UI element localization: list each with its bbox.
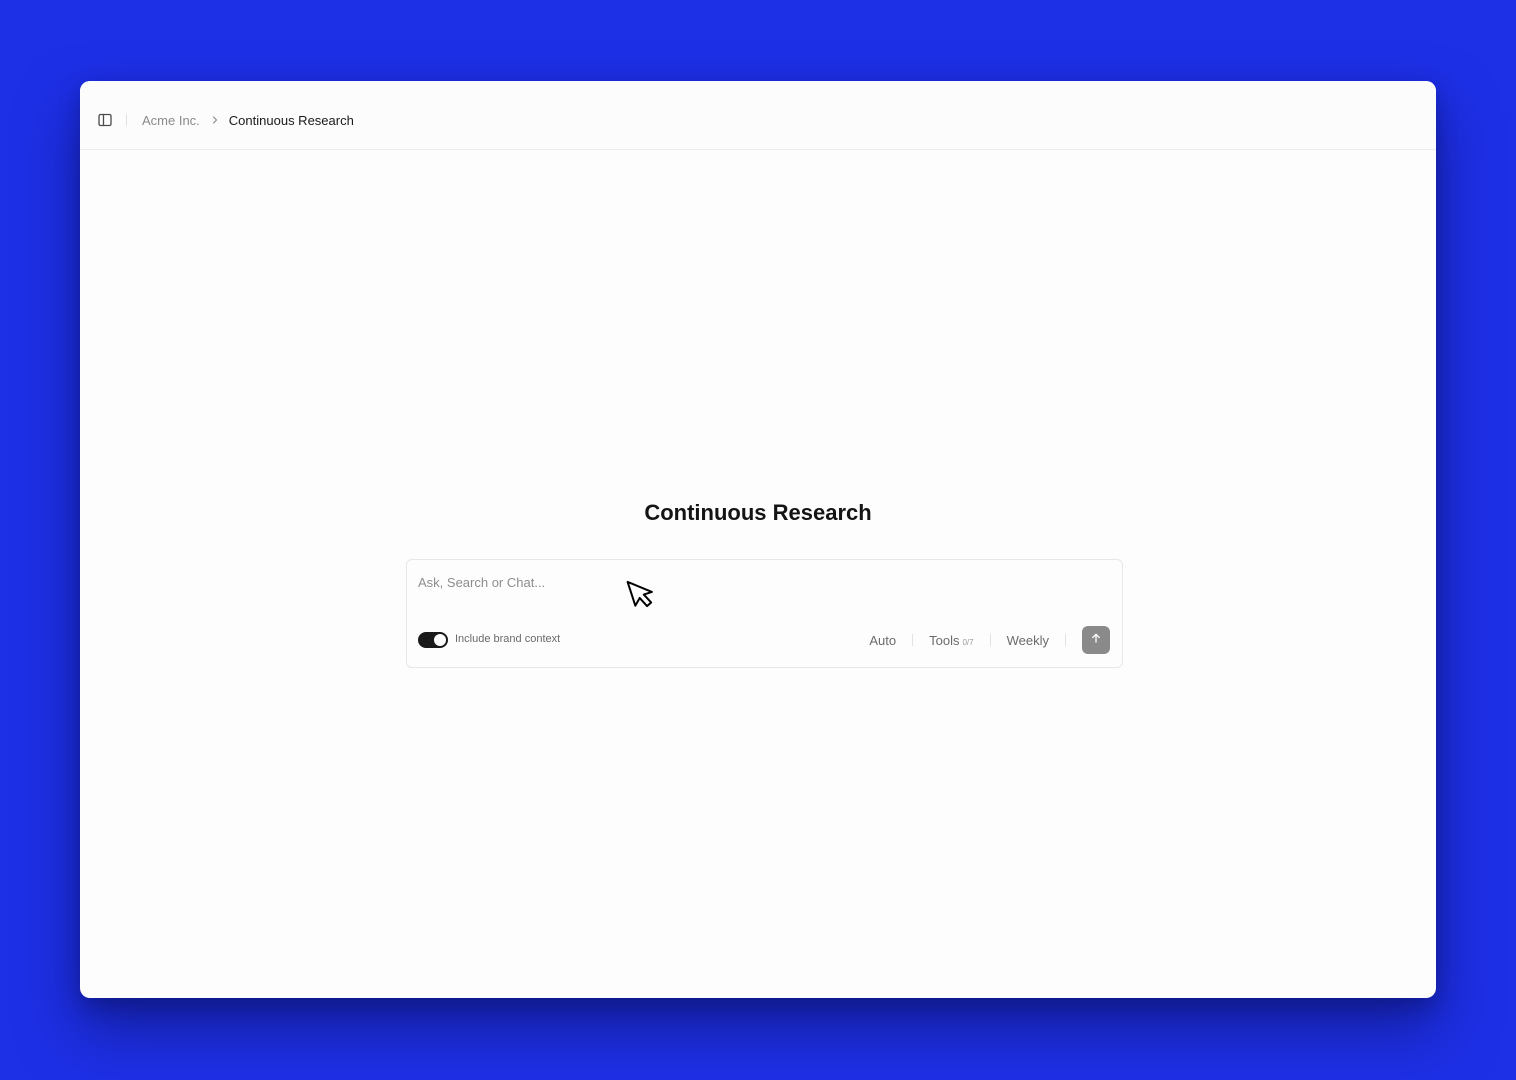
control-divider — [912, 634, 914, 646]
schedule-selector[interactable]: Weekly — [1007, 633, 1049, 648]
toggle-knob — [434, 634, 446, 646]
sidebar-panel-icon[interactable] — [97, 112, 113, 128]
composer-controls: Auto Tools 0/7 Weekly — [869, 626, 1110, 654]
model-selector[interactable]: Auto — [869, 633, 896, 648]
brand-context-label: Include brand context — [455, 633, 561, 645]
topbar-divider — [126, 114, 127, 126]
tools-button[interactable]: Tools 0/7 — [929, 633, 973, 648]
tools-count: 0/7 — [962, 637, 974, 647]
brand-context-toggle[interactable] — [418, 632, 448, 648]
tools-label: Tools — [929, 632, 960, 648]
breadcrumb-root[interactable]: Acme Inc. — [142, 113, 200, 128]
composer: Include brand context Auto Tools0/7 Week… — [406, 559, 1123, 668]
app-window: Acme Inc. Continuous Research Continuous… — [80, 81, 1436, 998]
control-divider — [1065, 634, 1066, 646]
breadcrumb-current: Continuous Research — [228, 112, 354, 128]
send-button[interactable] — [1082, 626, 1110, 654]
page-title: Continuous Research — [644, 500, 872, 525]
top-bar: Acme Inc. Continuous Research — [80, 81, 1436, 150]
control-divider — [989, 634, 991, 646]
breadcrumb: Acme Inc. Continuous Research — [142, 112, 354, 128]
chat-input[interactable] — [418, 572, 1098, 592]
chevron-right-icon — [209, 114, 221, 126]
arrow-up-icon — [1090, 631, 1102, 649]
